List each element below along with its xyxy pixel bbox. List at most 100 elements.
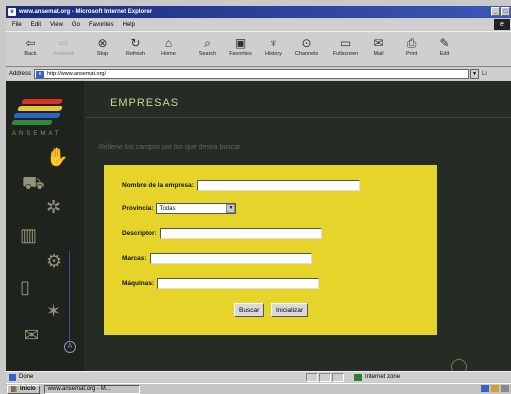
- search-button[interactable]: Buscar: [234, 303, 265, 317]
- start-label: Inicio: [20, 386, 36, 392]
- toolbar-refresh-button[interactable]: ↻ Refresh: [119, 35, 152, 65]
- machines-input[interactable]: [157, 278, 320, 289]
- start-button[interactable]: Inicio: [7, 384, 40, 394]
- section-title: EMPRESAS: [110, 97, 180, 109]
- province-label: Provincia:: [122, 205, 154, 212]
- toolbar-mail-button[interactable]: ✉ Mail: [362, 35, 395, 65]
- toolbar-button-label: Forward: [53, 51, 74, 57]
- minimize-button[interactable]: _: [491, 7, 500, 16]
- descriptor-input[interactable]: [159, 228, 322, 239]
- menu-help[interactable]: Help: [123, 22, 135, 28]
- menu-go[interactable]: Go: [72, 22, 80, 28]
- page-icon: e: [36, 71, 45, 78]
- toolbar-button-label: Refresh: [125, 51, 146, 57]
- building-icon[interactable]: ▥: [20, 225, 37, 246]
- stop-icon: ⊗: [97, 36, 108, 50]
- status-cell: [332, 372, 344, 382]
- edit-icon: ✎: [439, 36, 450, 50]
- province-value: Todas: [159, 205, 176, 212]
- decorative-circle: [451, 359, 467, 371]
- menu-edit[interactable]: Edit: [31, 22, 41, 28]
- maximize-button[interactable]: □: [501, 7, 510, 16]
- star-icon[interactable]: ✶: [46, 301, 61, 322]
- refresh-icon: ↻: [130, 36, 141, 50]
- tray-volume-icon[interactable]: [491, 385, 499, 392]
- hand-icon[interactable]: ✋: [46, 147, 68, 168]
- toolbar-button-label: Back: [24, 51, 37, 57]
- toolbar-button-label: Channels: [294, 51, 319, 57]
- home-circle-icon[interactable]: A: [64, 341, 76, 353]
- forward-arrow-icon: ⇨: [58, 36, 69, 50]
- toolbar-button-label: Favorites: [229, 51, 252, 57]
- links-label[interactable]: Li: [482, 71, 487, 77]
- instructions-text: Rellene los campos por los que desea bus…: [99, 144, 241, 151]
- window-title-bar: e www.ansemat.org - Microsoft Internet E…: [6, 6, 511, 18]
- menu-favorites[interactable]: Favorites: [89, 22, 114, 28]
- toolbar-back-button[interactable]: ⇦ Back: [14, 35, 47, 65]
- machines-label: Máquinas:: [122, 280, 155, 287]
- page-done-icon: [9, 373, 16, 381]
- toolbar-favorites-button[interactable]: ▣ Favorites: [224, 35, 257, 65]
- task-label: www.ansemat.org - M...: [47, 386, 111, 392]
- toolbar-history-button[interactable]: ♆ History: [257, 35, 290, 65]
- status-cell: [306, 372, 318, 382]
- tray-network-icon[interactable]: [481, 385, 489, 392]
- toolbar-button-label: Home: [161, 51, 176, 57]
- ie-throbber-icon: e: [494, 19, 510, 30]
- status-cells: [306, 372, 344, 382]
- brands-label: Marcas:: [122, 255, 147, 262]
- toolbar-button-label: Mail: [373, 51, 384, 57]
- menu-view[interactable]: View: [50, 22, 63, 28]
- province-select[interactable]: Todas ▼: [156, 203, 237, 214]
- brands-input[interactable]: [149, 253, 312, 264]
- print-icon: ⎙: [406, 35, 417, 50]
- taskbar-ie-window[interactable]: www.ansemat.org - M...: [43, 384, 140, 394]
- ansemat-logo[interactable]: [10, 91, 72, 131]
- mail-icon: ✉: [373, 36, 384, 50]
- tractor-icon[interactable]: ⛟: [22, 173, 45, 197]
- book-icon[interactable]: ▯: [20, 277, 30, 298]
- internet-zone-icon: [354, 373, 362, 381]
- chevron-down-icon[interactable]: ▼: [226, 204, 236, 213]
- favorites-icon: ▣: [234, 36, 247, 50]
- address-label: Address: [9, 71, 32, 77]
- toolbar-edit-button[interactable]: ✎ Edit: [428, 35, 461, 65]
- toolbar-fullscreen-button[interactable]: ▭ Fullscreen: [329, 35, 362, 65]
- address-bar: Address e http://www.ansemat.org/ ▼ Li: [6, 68, 511, 80]
- address-input[interactable]: e http://www.ansemat.org/: [34, 69, 470, 79]
- toolbar-forward-button[interactable]: ⇨ Forward: [47, 35, 80, 65]
- toolbar-channels-button[interactable]: ⊙ Channels: [290, 35, 323, 65]
- menu-file[interactable]: File: [12, 22, 22, 28]
- channels-icon: ⊙: [301, 36, 312, 50]
- toolbar-button-label: Fullscreen: [332, 51, 359, 57]
- sprayer-icon[interactable]: ✲: [46, 197, 61, 218]
- company-label: Nombre de la empresa:: [122, 182, 194, 189]
- toolbar-print-button[interactable]: ⎙ Print: [395, 35, 428, 65]
- system-tray: [481, 385, 509, 392]
- toolbar-button-label: Edit: [439, 51, 450, 57]
- machine-icon[interactable]: ⚙: [46, 251, 62, 272]
- status-text: Done: [19, 374, 34, 380]
- toolbar-button-label: Search: [198, 51, 217, 57]
- address-dropdown-button[interactable]: ▼: [470, 69, 480, 79]
- company-name-input[interactable]: [196, 180, 360, 191]
- toolbar-button-label: Stop: [96, 51, 109, 57]
- ie-window-icon: e: [8, 8, 16, 16]
- toolbar-button-label: Print: [405, 51, 418, 57]
- toolbar-stop-button[interactable]: ⊗ Stop: [86, 35, 119, 65]
- windows-logo-icon: [11, 386, 18, 392]
- history-icon: ♆: [269, 36, 278, 50]
- fullscreen-icon: ▭: [339, 36, 352, 50]
- menu-bar: File Edit View Go Favorites Help e: [6, 19, 511, 30]
- envelope-icon[interactable]: ✉: [24, 325, 39, 346]
- status-bar: Done Internet zone: [6, 371, 511, 382]
- zone-text: Internet zone: [365, 374, 401, 380]
- window-title: www.ansemat.org - Microsoft Internet Exp…: [19, 9, 153, 15]
- toolbar-search-button[interactable]: ⌕ Search: [191, 35, 224, 65]
- home-icon: ⌂: [164, 36, 173, 50]
- address-url: http://www.ansemat.org/: [47, 71, 107, 77]
- header-divider: [86, 117, 511, 118]
- toolbar-home-button[interactable]: ⌂ Home: [152, 35, 185, 65]
- reset-button[interactable]: Inicializar: [271, 303, 309, 317]
- tray-clock-icon[interactable]: [501, 385, 509, 392]
